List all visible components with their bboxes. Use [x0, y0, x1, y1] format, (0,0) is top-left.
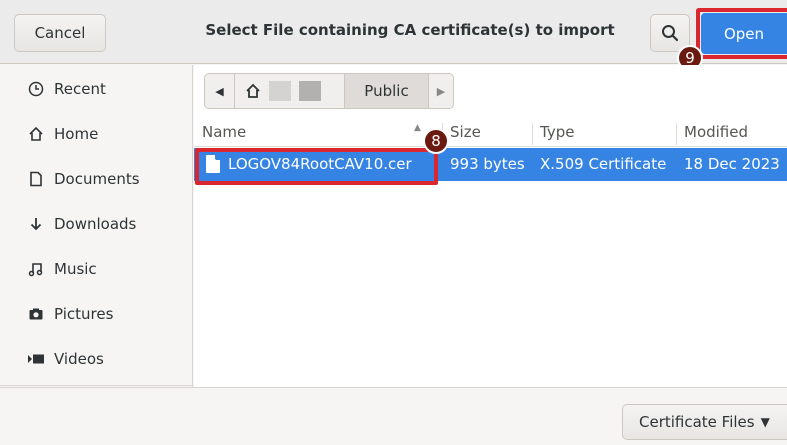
sidebar-item-music[interactable]: Music: [0, 247, 193, 291]
sidebar-item-downloads[interactable]: Downloads: [0, 202, 193, 246]
open-button[interactable]: Open: [701, 13, 787, 54]
sidebar-item-documents[interactable]: Documents: [0, 157, 193, 201]
home-icon: [246, 83, 260, 98]
home-icon: [26, 126, 46, 142]
redacted-path-segment: [299, 81, 321, 101]
sidebar-item-label: Videos: [54, 350, 104, 368]
sidebar-item-home[interactable]: Home: [0, 112, 193, 156]
column-modified[interactable]: Modified: [684, 123, 748, 141]
sidebar-item-label: Pictures: [54, 305, 114, 323]
column-name[interactable]: Name: [202, 123, 246, 141]
column-size[interactable]: Size: [450, 123, 481, 141]
video-icon: [26, 352, 46, 366]
path-forward-button[interactable]: ▶: [429, 74, 453, 108]
dialog-title: Select File containing CA certificate(s)…: [205, 21, 615, 39]
sidebar-item-label: Recent: [54, 80, 106, 98]
path-segment-public[interactable]: Public: [345, 74, 429, 108]
column-type[interactable]: Type: [540, 123, 574, 141]
dialog-footer: Certificate Files ▼: [0, 387, 787, 445]
camera-icon: [26, 306, 46, 322]
chevron-down-icon: ▼: [760, 415, 770, 429]
sidebar-item-pictures[interactable]: Pictures: [0, 292, 193, 336]
step-badge-file: 8: [423, 128, 449, 154]
sort-ascending-icon: ▲: [414, 123, 421, 133]
file-highlight-box: [195, 148, 438, 185]
search-icon: [662, 25, 679, 42]
document-icon: [26, 171, 46, 187]
file-type: X.509 Certificate: [540, 155, 667, 173]
chevron-right-icon: ▶: [436, 84, 446, 98]
sidebar-divider: [0, 385, 193, 386]
file-browser: ◀ Public ▶ Name ▲ Size Type Modified LOG…: [194, 65, 787, 387]
path-back-button[interactable]: ◀: [205, 74, 235, 108]
chevron-left-icon: ◀: [215, 84, 224, 98]
sidebar-item-videos[interactable]: Videos: [0, 337, 193, 381]
sidebar-item-recent[interactable]: Recent: [0, 67, 193, 111]
cancel-button[interactable]: Cancel: [14, 14, 106, 52]
music-icon: [26, 261, 46, 277]
download-icon: [26, 216, 46, 232]
file-modified: 18 Dec 2023: [684, 155, 780, 173]
sidebar-item-label: Home: [54, 125, 99, 143]
clock-icon: [26, 81, 46, 97]
sidebar-item-label: Downloads: [54, 215, 137, 233]
sidebar-item-label: Documents: [54, 170, 140, 188]
file-size: 993 bytes: [450, 155, 525, 173]
column-header: Name ▲ Size Type Modified: [194, 117, 787, 147]
column-separator: [532, 123, 533, 145]
column-separator: [676, 123, 677, 145]
dialog-header: Cancel Select File containing CA certifi…: [0, 0, 787, 64]
places-sidebar: Recent Home Documents Downloads Music Pi…: [0, 65, 193, 387]
file-filter-dropdown[interactable]: Certificate Files ▼: [622, 404, 787, 440]
path-bar: ◀ Public ▶: [204, 73, 454, 109]
path-home-button[interactable]: [235, 74, 345, 108]
filter-label: Certificate Files: [639, 413, 755, 431]
redacted-path-segment: [269, 81, 291, 101]
sidebar-item-label: Music: [54, 260, 97, 278]
